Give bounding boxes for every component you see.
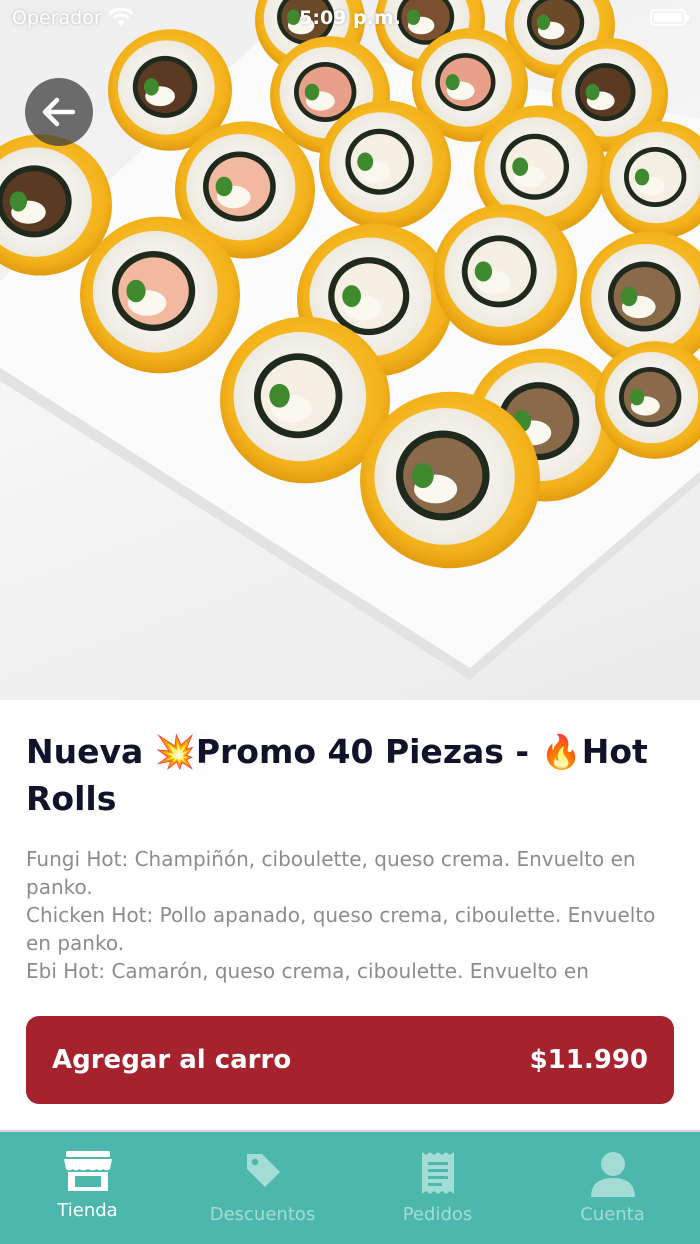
product-description: Fungi Hot: Champiñón, ciboulette, queso … xyxy=(26,847,656,983)
tab-pedidos[interactable]: Pedidos xyxy=(350,1132,525,1244)
add-to-cart-button[interactable]: Agregar al carro $11.990 xyxy=(26,1016,674,1104)
tab-tienda-label: Tienda xyxy=(57,1200,118,1221)
tab-bar: Tienda Descuentos Pedidos Cuenta xyxy=(0,1130,700,1244)
arrow-left-icon xyxy=(42,97,76,127)
receipt-icon xyxy=(421,1152,454,1194)
product-image xyxy=(0,0,700,700)
status-bar: Operador 5:09 p.m. xyxy=(0,0,700,38)
store-icon xyxy=(63,1151,112,1191)
tab-descuentos[interactable]: Descuentos xyxy=(175,1132,350,1244)
tab-pedidos-label: Pedidos xyxy=(402,1204,473,1225)
product-price: $11.990 xyxy=(529,1045,648,1075)
sushi-roll xyxy=(80,216,240,374)
product-detail-screen: Operador 5:09 p.m. Nueva 💥Promo 40 Pieza… xyxy=(0,0,700,1244)
add-to-cart-label: Agregar al carro xyxy=(52,1045,292,1075)
tab-cuenta[interactable]: Cuenta xyxy=(525,1132,700,1244)
tag-icon xyxy=(246,1154,280,1187)
user-icon xyxy=(590,1152,635,1197)
tab-descuentos-label: Descuentos xyxy=(209,1204,316,1225)
status-time: 5:09 p.m. xyxy=(299,7,401,29)
sushi-platter-illustration xyxy=(0,0,700,680)
sushi-roll xyxy=(433,204,577,346)
sushi-roll xyxy=(360,391,540,569)
battery-icon xyxy=(650,9,689,26)
sushi-roll xyxy=(319,100,451,230)
tab-tienda[interactable]: Tienda xyxy=(0,1132,175,1244)
tab-cuenta-label: Cuenta xyxy=(580,1204,645,1225)
back-button[interactable] xyxy=(25,78,93,146)
product-title: Nueva 💥Promo 40 Piezas - 🔥Hot Rolls xyxy=(26,732,648,818)
